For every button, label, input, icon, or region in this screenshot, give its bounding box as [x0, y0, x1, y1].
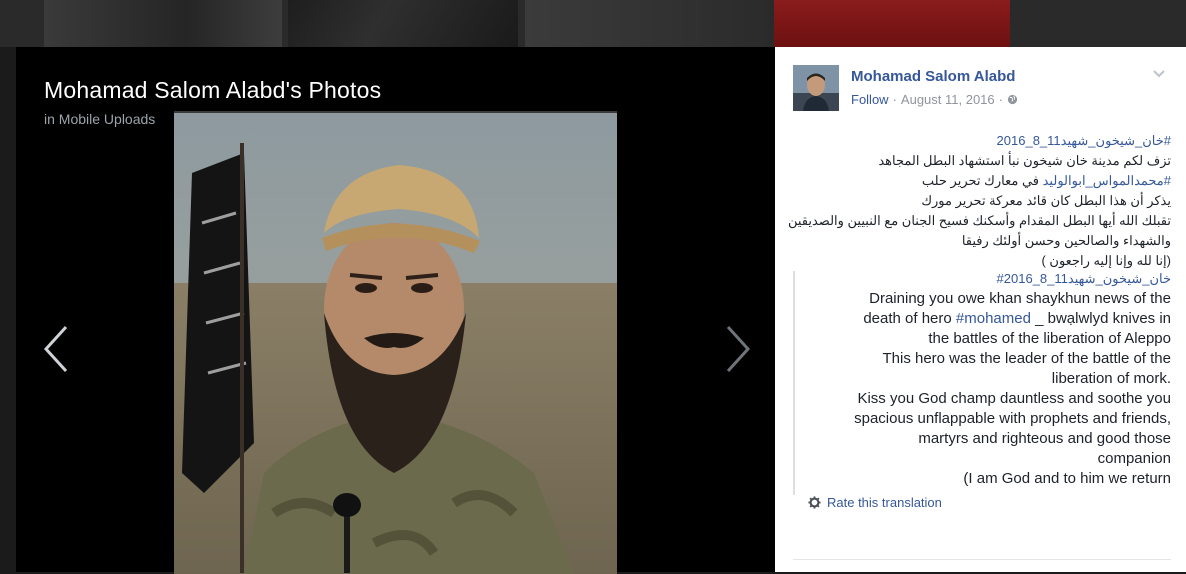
follow-link[interactable]: Follow: [851, 92, 889, 107]
chevron-left-icon[interactable]: [38, 319, 78, 379]
avatar-image: [793, 65, 839, 111]
translation-line: Kiss you God champ dauntless and soothe …: [857, 390, 1171, 407]
hashtag-link[interactable]: #خان_شيخون_شهيد11_8_2016: [793, 269, 1171, 289]
meta-separator: ·: [998, 92, 1003, 107]
post-meta: Follow · August 11, 2016 ·: [851, 92, 1018, 107]
album-link[interactable]: in Mobile Uploads: [44, 111, 155, 127]
translation-line: spacious unflappable with prophets and f…: [854, 410, 1171, 427]
background-photo-thumb: [525, 0, 768, 47]
photo-viewer: Mohamad Salom Alabd's Photos in Mobile U…: [16, 47, 775, 574]
post-line: (إنا لله وإنا إليه راجعون ): [1041, 253, 1171, 268]
translation-line: death of hero #mohamed _ bwạlwlyd knives…: [793, 309, 1171, 329]
background-photo-thumb: [44, 0, 282, 47]
background-photo-thumb: [774, 0, 1010, 47]
translation-fragment: _ bwạlwlyd knives in: [1030, 310, 1171, 327]
photo-image: [174, 113, 617, 574]
post-date[interactable]: August 11, 2016: [901, 92, 995, 107]
translation-line: companion: [1097, 450, 1171, 467]
hashtag-link[interactable]: #خان_شيخون_شهيد11_8_2016: [997, 133, 1171, 148]
rate-translation-link[interactable]: Rate this translation: [808, 495, 942, 510]
post-line: تقبلك الله أيها البطل المقدام وأسكنك فسي…: [787, 213, 1171, 228]
post-line: #محمدالمواس_ابوالوليد في معارك تحرير حلب: [789, 171, 1171, 191]
post-translation: #خان_شيخون_شهيد11_8_2016 Draining you ow…: [793, 269, 1171, 489]
hashtag-link[interactable]: #محمدالمواس_ابوالوليد: [1043, 173, 1171, 188]
post-line-text: في معارك تحرير حلب: [921, 173, 1043, 188]
chevron-down-icon[interactable]: [1152, 67, 1166, 81]
section-divider: [793, 559, 1171, 560]
translation-text: Draining you owe khan shaykhun news of t…: [793, 289, 1171, 489]
chevron-right-icon[interactable]: [716, 319, 756, 379]
post-line: #خان_شيخون_شهيد11_8_2016: [789, 131, 1171, 151]
post-pane: Mohamad Salom Alabd Follow · August 11, …: [775, 47, 1186, 572]
photo[interactable]: [174, 111, 617, 574]
gear-icon: [808, 496, 821, 509]
translation-line: the battles of the liberation of Aleppo: [928, 330, 1171, 347]
translation-line: This hero was the leader of the battle o…: [882, 350, 1171, 367]
hashtag-link[interactable]: #mohamed: [956, 310, 1031, 327]
translation-line: (I am God and to him we return: [963, 470, 1171, 487]
rate-translation-label: Rate this translation: [827, 495, 942, 510]
background-photo-thumb: [288, 0, 518, 47]
translation-line: liberation of mork.: [1051, 370, 1171, 387]
author-name[interactable]: Mohamad Salom Alabd: [851, 68, 1015, 85]
post-line: تزف لكم مدينة خان شيخون نبأ استشهاد البط…: [878, 153, 1171, 168]
background-page-strip: [0, 0, 1186, 47]
viewer-title: Mohamad Salom Alabd's Photos: [44, 77, 382, 103]
meta-separator: ·: [892, 92, 897, 107]
globe-icon[interactable]: [1007, 94, 1018, 105]
translation-line: Draining you owe khan shaykhun news of t…: [869, 290, 1171, 307]
post-original-text: #خان_شيخون_شهيد11_8_2016 تزف لكم مدينة خ…: [787, 131, 1171, 271]
post-line: والشهداء والصالحين وحسن أولئك رفيقا: [961, 233, 1171, 248]
translation-line: martyrs and righteous and good those: [918, 430, 1171, 447]
avatar[interactable]: [793, 65, 839, 111]
translation-fragment: death of hero: [863, 310, 956, 327]
post-line: يذكر أن هذا البطل كان قائد معركة تحرير م…: [921, 193, 1171, 208]
